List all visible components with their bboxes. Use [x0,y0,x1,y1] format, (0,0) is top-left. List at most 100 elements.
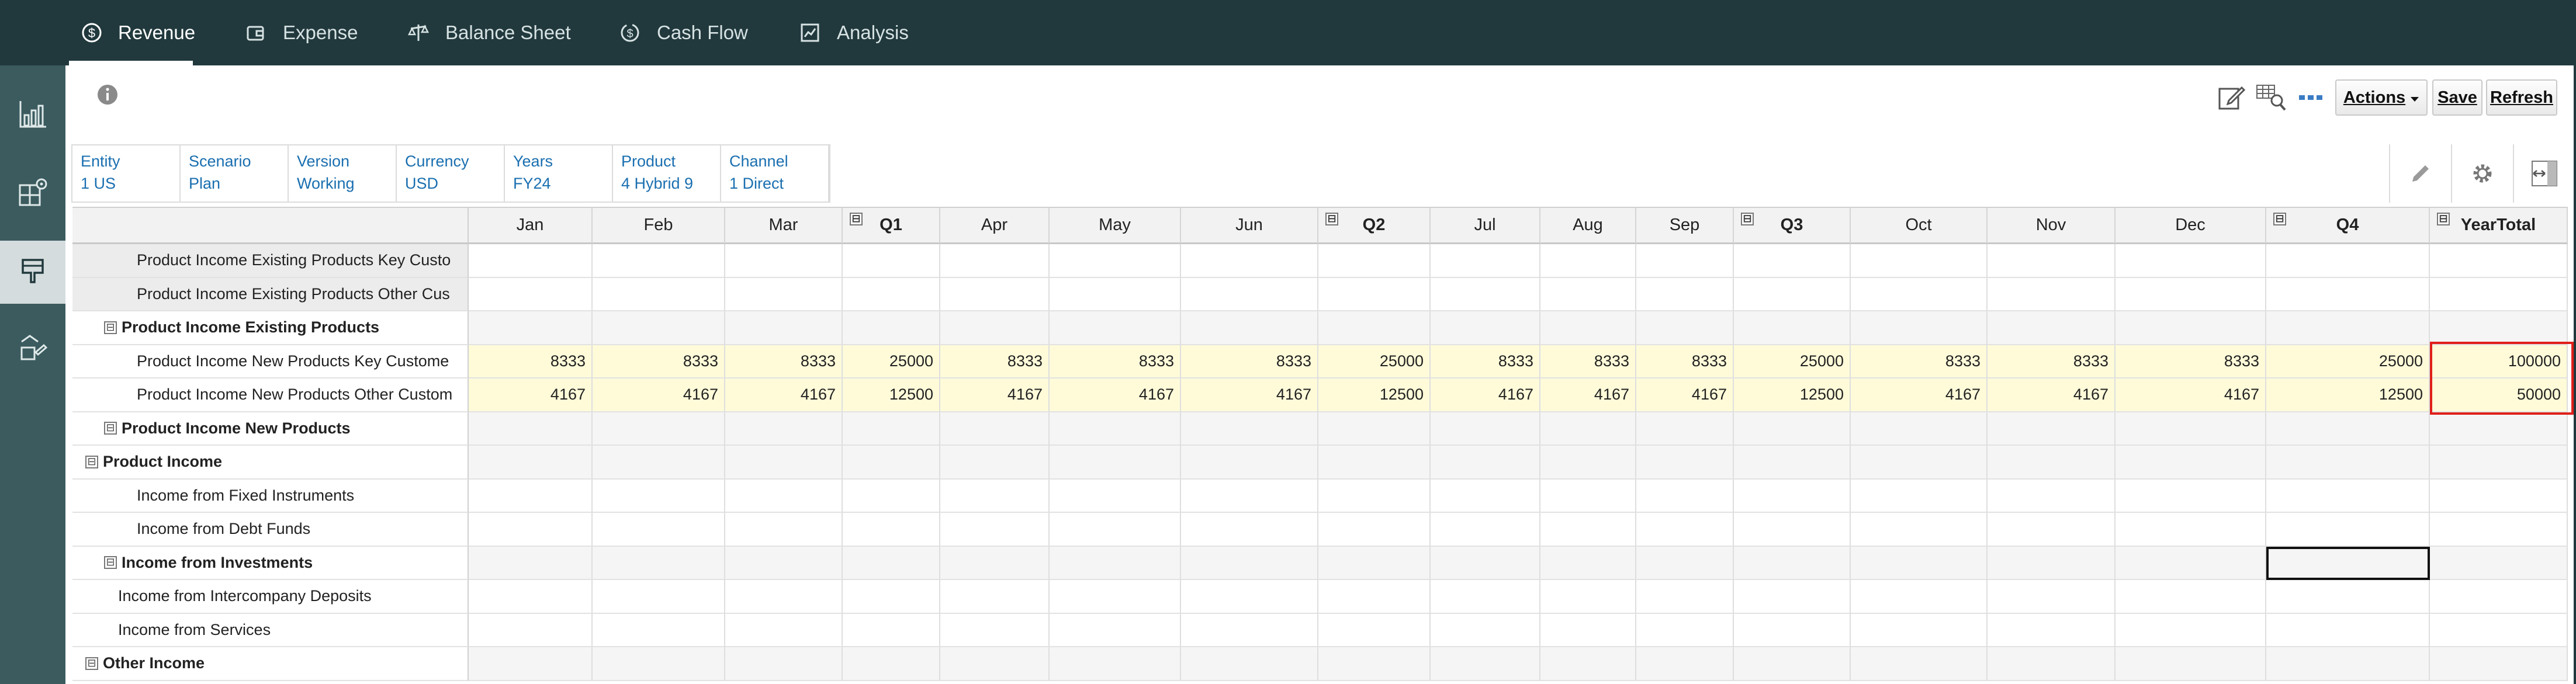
data-cell[interactable] [2115,446,2266,480]
data-cell[interactable] [843,580,940,614]
data-cell[interactable] [1318,513,1431,547]
data-cell[interactable] [1636,647,1734,681]
data-cell[interactable] [1734,412,1851,446]
data-cell[interactable] [2115,580,2266,614]
data-cell[interactable] [1318,244,1431,278]
data-cell[interactable] [1050,311,1181,345]
column-header-yeartotal[interactable]: ⊟ YearTotal [2430,208,2568,244]
data-cell[interactable] [843,412,940,446]
data-cell[interactable] [1988,580,2115,614]
data-cell[interactable]: 8333 [1431,345,1540,379]
tab-expense[interactable]: Expense [244,0,358,65]
data-cell[interactable] [1851,479,1988,513]
data-cell[interactable] [1988,613,2115,647]
data-cell[interactable] [1318,613,1431,647]
data-cell[interactable] [1050,446,1181,480]
data-cell[interactable] [1540,647,1636,681]
data-cell[interactable] [1851,647,1988,681]
data-cell[interactable] [1734,479,1851,513]
data-cell[interactable] [1318,546,1431,580]
data-cell[interactable] [2266,446,2430,480]
data-cell[interactable] [2266,311,2430,345]
data-cell[interactable] [2430,613,2568,647]
data-cell[interactable] [593,513,725,547]
data-cell[interactable] [469,546,593,580]
data-cell[interactable] [1734,446,1851,480]
data-cell[interactable] [1431,244,1540,278]
collapse-icon[interactable]: ⊟ [104,321,117,334]
data-cell[interactable] [1636,412,1734,446]
collapse-icon[interactable]: ⊟ [104,422,117,435]
data-cell[interactable] [1431,412,1540,446]
data-cell[interactable] [1851,277,1988,311]
data-cell[interactable] [725,412,843,446]
data-cell[interactable]: 4167 [1431,379,1540,412]
data-cell[interactable] [1050,613,1181,647]
data-cell[interactable] [1318,446,1431,480]
data-cell[interactable] [1181,277,1318,311]
data-cell[interactable] [843,513,940,547]
data-cell[interactable] [593,311,725,345]
data-cell[interactable] [1988,479,2115,513]
data-cell[interactable] [843,244,940,278]
data-cell[interactable]: 4167 [469,379,593,412]
data-cell[interactable] [2266,479,2430,513]
data-cell[interactable] [1050,580,1181,614]
collapse-icon[interactable]: ⊟ [1325,213,1338,225]
sidebar-item-setup[interactable] [0,162,65,225]
data-cell[interactable] [1734,647,1851,681]
data-cell[interactable]: 25000 [843,345,940,379]
pov-currency[interactable]: Currency USD [397,145,505,202]
data-cell[interactable] [2266,412,2430,446]
data-cell[interactable] [1636,580,1734,614]
data-cell[interactable]: 12500 [2266,379,2430,412]
data-cell[interactable] [1851,513,1988,547]
data-cell[interactable] [843,479,940,513]
data-cell[interactable] [2115,546,2266,580]
data-cell[interactable] [1851,412,1988,446]
data-cell[interactable] [1540,613,1636,647]
collapse-icon[interactable]: ⊟ [85,657,98,670]
data-cell[interactable] [1988,546,2115,580]
data-cell[interactable] [593,446,725,480]
data-cell[interactable] [2430,277,2568,311]
data-cell[interactable] [1540,546,1636,580]
data-cell[interactable]: 4167 [1851,379,1988,412]
data-cell[interactable]: 8333 [2115,345,2266,379]
data-cell[interactable] [1540,412,1636,446]
data-cell[interactable] [1988,647,2115,681]
data-cell[interactable] [1431,277,1540,311]
data-cell[interactable] [2115,277,2266,311]
data-cell[interactable] [940,277,1050,311]
data-cell[interactable]: 8333 [1851,345,1988,379]
data-cell[interactable] [593,412,725,446]
data-cell[interactable] [1540,479,1636,513]
data-cell[interactable] [1050,277,1181,311]
column-header-dec[interactable]: Dec [2115,208,2266,244]
data-cell[interactable] [1851,446,1988,480]
column-header-jul[interactable]: Jul [1431,208,1540,244]
data-cell[interactable] [1318,277,1431,311]
data-cell[interactable] [469,513,593,547]
data-cell[interactable] [1540,277,1636,311]
data-cell[interactable]: 4167 [1636,379,1734,412]
pov-years[interactable]: Years FY24 [505,145,613,202]
data-cell[interactable] [1540,513,1636,547]
data-cell[interactable] [1431,479,1540,513]
collapse-icon[interactable]: ⊟ [850,213,863,225]
gear-icon[interactable] [2451,144,2513,203]
data-cell[interactable] [1540,446,1636,480]
pov-product[interactable]: Product 4 Hybrid 9 [613,145,721,202]
sidebar-item-dashboard[interactable] [0,84,65,147]
data-cell[interactable] [1181,244,1318,278]
data-cell[interactable] [725,277,843,311]
data-cell[interactable] [940,311,1050,345]
save-button[interactable]: Save [2432,79,2482,116]
data-cell[interactable] [1734,613,1851,647]
data-cell[interactable] [725,580,843,614]
data-cell[interactable] [1181,479,1318,513]
data-cell[interactable] [1636,513,1734,547]
data-cell[interactable] [1636,277,1734,311]
data-cell[interactable] [1181,446,1318,480]
data-cell[interactable] [593,580,725,614]
